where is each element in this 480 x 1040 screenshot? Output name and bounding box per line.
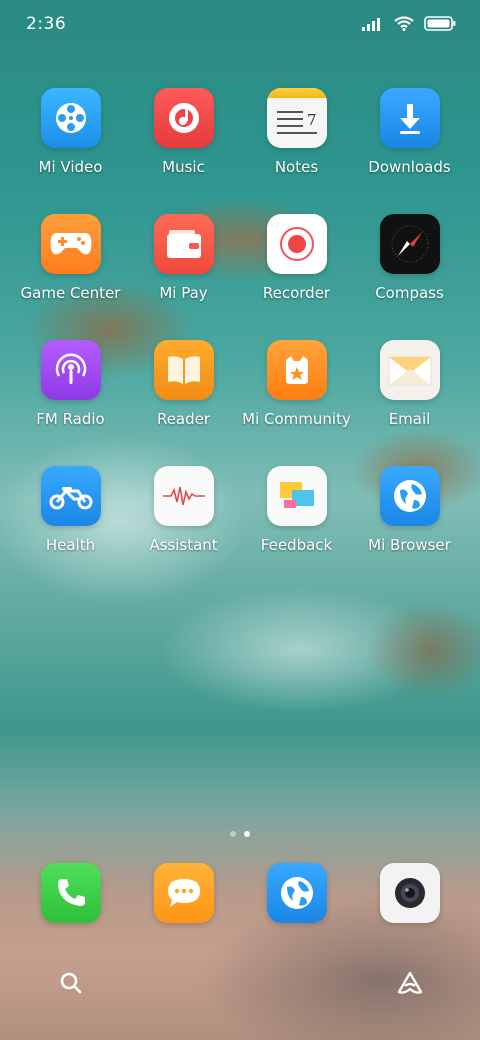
compass-icon[interactable] [379, 214, 440, 274]
app-email[interactable]: Email [353, 340, 466, 428]
app-label: Feedback [260, 536, 333, 554]
dock-camera[interactable] [353, 863, 466, 923]
app-compass[interactable]: Compass [353, 214, 466, 302]
app-label: Notes [274, 158, 319, 176]
app-label: Recorder [262, 284, 331, 302]
app-label: Mi Browser [368, 536, 451, 554]
fm-radio-icon[interactable] [40, 340, 101, 400]
app-label: Mi Pay [159, 284, 208, 302]
app-reader[interactable]: Reader [127, 340, 240, 428]
svg-text:7: 7 [307, 111, 317, 129]
dock-phone[interactable] [14, 863, 127, 923]
dock-messaging[interactable] [127, 863, 240, 923]
status-icons [362, 16, 456, 31]
notes-icon[interactable]: 7 [266, 88, 327, 148]
app-label: Assistant [149, 536, 218, 554]
dock-browser[interactable] [240, 863, 353, 923]
mi-browser-icon[interactable] [379, 466, 440, 526]
page-indicator [0, 831, 480, 837]
app-label: Downloads [368, 158, 451, 176]
app-music[interactable]: Music [127, 88, 240, 176]
app-label: Mi Community [242, 410, 351, 428]
app-mi-community[interactable]: Mi Community [240, 340, 353, 428]
music-icon[interactable] [153, 88, 214, 148]
app-label: Mi Video [38, 158, 103, 176]
mi-video-icon[interactable] [40, 88, 101, 148]
phone-icon[interactable] [40, 863, 101, 923]
bottom-bar [0, 958, 480, 1008]
page-dot[interactable] [230, 831, 236, 837]
status-bar: 2:36 [0, 0, 480, 50]
downloads-icon[interactable] [379, 88, 440, 148]
app-game-center[interactable]: Game Center [14, 214, 127, 302]
app-mi-pay[interactable]: Mi Pay [127, 214, 240, 302]
app-label: Compass [375, 284, 444, 302]
search-icon[interactable] [58, 970, 84, 996]
signal-icon [362, 17, 380, 31]
app-label: Music [162, 158, 205, 176]
app-fm-radio[interactable]: FM Radio [14, 340, 127, 428]
app-grid: Mi Video Music 7 Notes Downloads Game Ce… [0, 88, 480, 554]
app-mi-video[interactable]: Mi Video [14, 88, 127, 176]
mi-community-icon[interactable] [266, 340, 327, 400]
app-label: FM Radio [36, 410, 105, 428]
reader-icon[interactable] [153, 340, 214, 400]
app-label: Reader [156, 410, 211, 428]
app-health[interactable]: Health [14, 466, 127, 554]
camera-icon[interactable] [379, 863, 440, 923]
messaging-icon[interactable] [153, 863, 214, 923]
status-time: 2:36 [26, 14, 67, 34]
app-recorder[interactable]: Recorder [240, 214, 353, 302]
app-label: Health [45, 536, 96, 554]
app-feedback[interactable]: Feedback [240, 466, 353, 554]
app-mi-browser[interactable]: Mi Browser [353, 466, 466, 554]
dock [0, 863, 480, 923]
app-label: Game Center [20, 284, 121, 302]
app-downloads[interactable]: Downloads [353, 88, 466, 176]
recorder-icon[interactable] [266, 214, 327, 274]
feedback-icon[interactable] [266, 466, 327, 526]
assistant-icon[interactable] [153, 466, 214, 526]
game-center-icon[interactable] [40, 214, 101, 274]
assistant-shortcut-icon[interactable] [396, 970, 424, 996]
health-icon[interactable] [40, 466, 101, 526]
browser-icon[interactable] [266, 863, 327, 923]
battery-icon [424, 16, 456, 31]
mi-pay-icon[interactable] [153, 214, 214, 274]
email-icon[interactable] [379, 340, 440, 400]
page-dot-active[interactable] [244, 831, 250, 837]
wifi-icon [394, 16, 414, 31]
app-notes[interactable]: 7 Notes [240, 88, 353, 176]
app-label: Email [388, 410, 431, 428]
app-assistant[interactable]: Assistant [127, 466, 240, 554]
